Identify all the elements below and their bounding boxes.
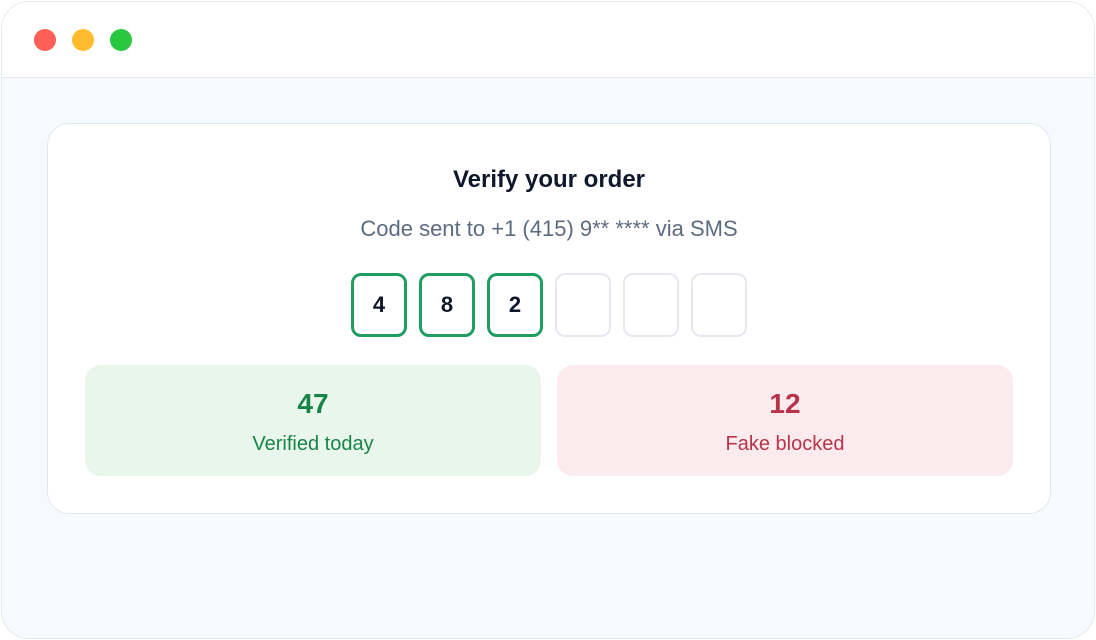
otp-digit-4[interactable] bbox=[555, 273, 611, 337]
verified-label: Verified today bbox=[252, 433, 374, 455]
page-title: Verify your order bbox=[452, 166, 646, 193]
minimize-window-button[interactable] bbox=[72, 29, 94, 51]
verified-count: 47 bbox=[297, 388, 329, 419]
close-window-button[interactable] bbox=[34, 29, 56, 51]
otp-digit-5[interactable] bbox=[623, 273, 679, 337]
fake-blocked-stat: 12 Fake blocked bbox=[557, 365, 1013, 476]
otp-code-input: 4 8 2 bbox=[48, 273, 1050, 337]
window-titlebar bbox=[2, 2, 1094, 78]
maximize-window-button[interactable] bbox=[110, 29, 132, 51]
verified-today-stat: 47 Verified today bbox=[85, 365, 541, 476]
otp-digit-6[interactable] bbox=[691, 273, 747, 337]
blocked-label: Fake blocked bbox=[725, 433, 845, 455]
otp-digit-2[interactable]: 8 bbox=[419, 273, 475, 337]
otp-digit-3[interactable]: 2 bbox=[487, 273, 543, 337]
app-window: Verify your order Code sent to +1 (415) … bbox=[1, 1, 1095, 639]
verify-card: Verify your order Code sent to +1 (415) … bbox=[47, 123, 1051, 514]
blocked-count: 12 bbox=[769, 388, 801, 419]
code-sent-subtitle: Code sent to +1 (415) 9** **** via SMS bbox=[360, 216, 738, 241]
otp-digit-1[interactable]: 4 bbox=[351, 273, 407, 337]
